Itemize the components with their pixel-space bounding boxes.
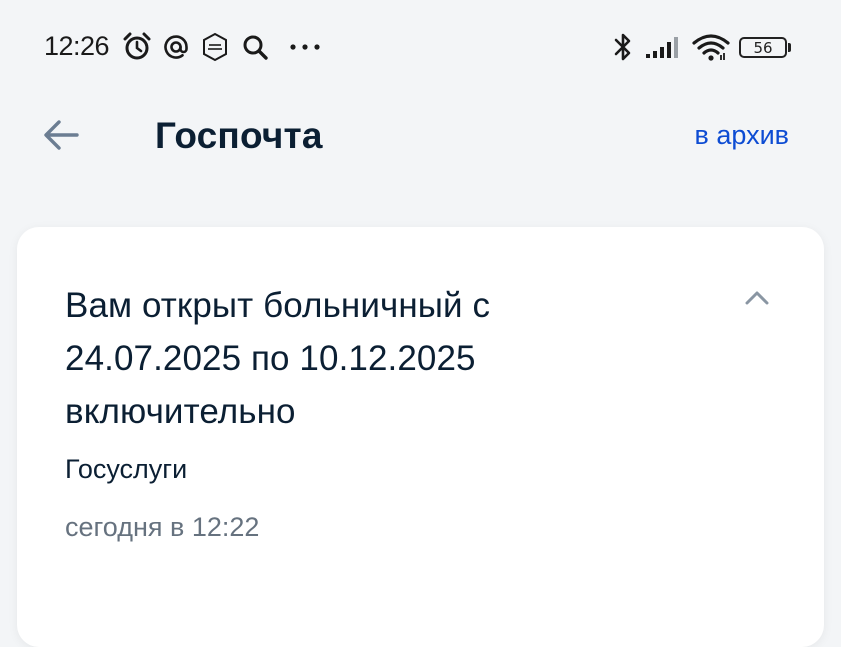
message-sender: Госуслуги	[65, 454, 188, 484]
battery-level: 56	[753, 38, 773, 57]
alarm-icon	[120, 31, 154, 63]
page-title: Госпочта	[155, 115, 323, 156]
status-bar: 12:26 56	[0, 0, 841, 96]
collapse-button[interactable]	[739, 283, 775, 313]
archive-button[interactable]: в архив	[695, 120, 790, 151]
more-icon	[287, 34, 323, 60]
message-title: Вам открыт больничный с 24.07.2025 по 10…	[65, 286, 491, 431]
message-card[interactable]: Вам открыт больничный с 24.07.2025 по 10…	[17, 227, 824, 647]
at-icon	[161, 32, 191, 62]
status-clock: 12:26	[44, 31, 110, 61]
chevron-up-icon	[745, 291, 769, 305]
arrow-left-icon	[44, 120, 79, 150]
bluetooth-icon	[611, 30, 635, 64]
wifi-icon	[690, 32, 732, 62]
signal-icon	[644, 34, 684, 60]
battery-tip	[788, 43, 791, 52]
back-button[interactable]	[36, 110, 86, 160]
battery-indicator: 56	[739, 37, 787, 58]
message-timestamp: сегодня в 12:22	[65, 512, 260, 542]
gosuslugi-icon	[199, 31, 231, 63]
search-icon	[240, 32, 270, 62]
